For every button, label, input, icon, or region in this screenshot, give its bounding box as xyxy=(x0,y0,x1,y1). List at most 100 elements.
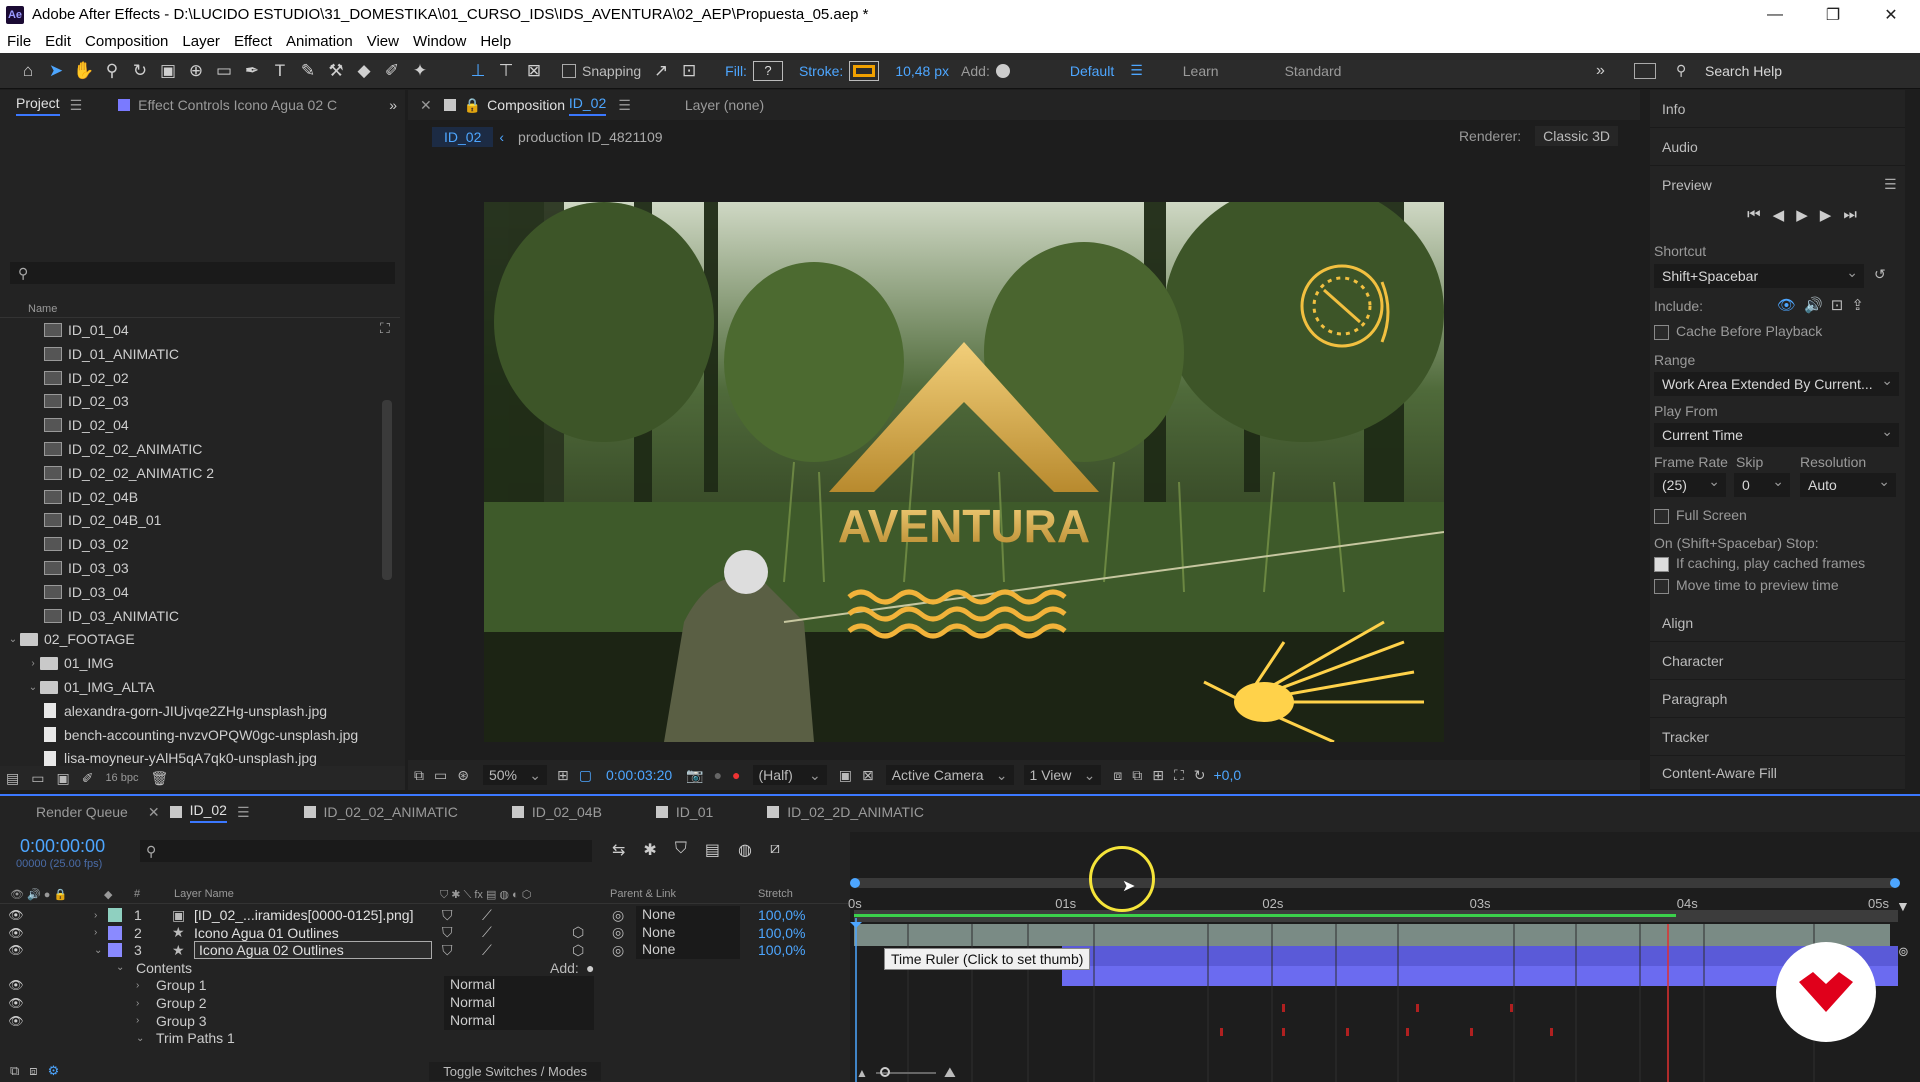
resolution-dropdown[interactable]: (Half) ⌄ xyxy=(752,765,827,785)
group-name[interactable]: Group 3 xyxy=(156,1013,207,1029)
project-item[interactable]: ⌄ 02_FOOTAGE xyxy=(0,627,135,651)
zoom-out-icon[interactable]: ▲ xyxy=(856,1066,868,1080)
project-item[interactable]: ID_02_04B xyxy=(0,485,138,509)
panel-toggle-icon[interactable] xyxy=(1634,62,1656,79)
adjust-settings-icon[interactable]: ✐ xyxy=(82,770,94,787)
snapshot-icon[interactable]: 📷 xyxy=(686,767,703,784)
zoom-dropdown[interactable]: 50% ⌄ xyxy=(482,765,547,785)
include-audio-icon[interactable]: 🔊 xyxy=(1804,296,1823,314)
show-snapshot-icon[interactable]: ● xyxy=(714,767,722,783)
layer-name[interactable]: Icono Agua 01 Outlines xyxy=(194,925,339,941)
hand-tool-icon[interactable]: ✋ xyxy=(70,57,98,85)
menu-edit[interactable]: Edit xyxy=(38,33,78,50)
column-stretch[interactable]: Stretch xyxy=(758,888,793,900)
column-hash[interactable]: # xyxy=(134,888,140,900)
bpc-label[interactable]: 16 bpc xyxy=(105,772,138,784)
layer-label-color[interactable] xyxy=(108,908,122,922)
workspace-standard[interactable]: Standard xyxy=(1285,63,1342,79)
project-item[interactable]: ID_03_ANIMATIC xyxy=(0,604,179,628)
add-button[interactable] xyxy=(995,63,1010,78)
tab-id-02-2d-animatic[interactable]: ID_02_2D_ANIMATIC xyxy=(727,797,938,827)
draft-3d-icon[interactable]: ✱ xyxy=(643,840,656,860)
visibility-eye-icon[interactable]: 👁 xyxy=(8,907,24,923)
composition-viewer[interactable]: AVENTURA xyxy=(484,202,1444,742)
audio-panel-header[interactable]: Audio xyxy=(1650,128,1905,166)
stretch-value[interactable]: 100,0% xyxy=(758,925,805,941)
expanded-arrow-icon[interactable]: ⌄ xyxy=(26,682,40,693)
renderer-value[interactable]: Classic 3D xyxy=(1535,126,1618,146)
frame-blending-icon[interactable]: ▤ xyxy=(705,840,720,860)
last-frame-icon[interactable]: ⏭ xyxy=(1843,206,1857,224)
group-name[interactable]: Group 2 xyxy=(156,995,207,1011)
restore-icon[interactable]: ❐ xyxy=(1804,0,1862,29)
shy-layers-icon[interactable]: ⛉ xyxy=(675,840,687,860)
stroke-width-value[interactable]: 10,48 px xyxy=(895,63,949,79)
rotate-tool-icon[interactable]: ↻ xyxy=(126,57,154,85)
preview-panel-header[interactable]: Preview xyxy=(1650,166,1905,204)
brush-tool-icon[interactable]: ✎ xyxy=(294,57,322,85)
reset-exposure-icon[interactable]: ↻ xyxy=(1194,767,1206,784)
expanded-arrow-icon[interactable]: ⌄ xyxy=(94,945,102,956)
pen-tool-icon[interactable]: ✒ xyxy=(238,57,266,85)
flowchart-view-icon[interactable]: ⛶ xyxy=(1174,767,1184,784)
project-item[interactable]: ID_02_03 xyxy=(0,389,129,413)
menu-window[interactable]: Window xyxy=(406,33,473,50)
menu-layer[interactable]: Layer xyxy=(175,33,227,50)
comp-mini-flowchart-icon[interactable]: ⇆ xyxy=(612,840,625,860)
character-panel-header[interactable]: Character xyxy=(1650,642,1905,680)
transfer-controls-icon[interactable]: ⧈ xyxy=(29,1063,37,1079)
interpret-footage-icon[interactable]: ▤ xyxy=(6,770,19,787)
project-item[interactable]: ID_01_04 xyxy=(0,318,129,342)
align-panel-header[interactable]: Align xyxy=(1650,604,1905,642)
trim-paths-row[interactable]: ⌄ Trim Paths 1 xyxy=(0,1027,848,1049)
reset-shortcut-icon[interactable]: ↺ xyxy=(1874,266,1886,283)
include-external-icon[interactable]: ⇪ xyxy=(1851,296,1864,314)
group-name[interactable]: Group 1 xyxy=(156,977,207,993)
collapsed-arrow-icon[interactable]: › xyxy=(136,980,139,991)
breadcrumb-active[interactable]: ID_02 xyxy=(432,127,494,147)
add-contents-icon[interactable]: ● xyxy=(586,960,594,976)
visibility-eye-icon[interactable]: 👁 xyxy=(8,1013,24,1029)
type-tool-icon[interactable]: T xyxy=(266,57,294,85)
search-icon[interactable]: ⚲ xyxy=(1676,62,1686,79)
comp-button-icon[interactable]: ⊚ xyxy=(1898,944,1909,960)
new-folder-icon[interactable]: ▭ xyxy=(31,770,44,787)
frame-rate-dropdown[interactable]: (25) xyxy=(1654,473,1726,497)
visibility-eye-icon[interactable]: 👁 xyxy=(8,995,24,1011)
clone-stamp-tool-icon[interactable]: ⚒ xyxy=(322,57,350,85)
project-item[interactable]: ID_02_02_ANIMATIC xyxy=(0,437,202,461)
tab-effect-controls[interactable]: Effect Controls Icono Agua 02 C xyxy=(96,90,351,120)
camera-dropdown[interactable]: Active Camera ⌄ xyxy=(885,765,1014,785)
menu-file[interactable]: File xyxy=(0,33,38,50)
close-icon[interactable]: ✕ xyxy=(1862,0,1920,29)
project-item[interactable]: bench-accounting-nvzvOPQW0gc-unsplash.jp… xyxy=(0,723,358,747)
toggle-pixel-aspect-icon[interactable]: ⧈ xyxy=(1113,767,1122,784)
project-item[interactable]: ID_03_03 xyxy=(0,556,129,580)
visibility-eye-icon[interactable]: 👁 xyxy=(8,925,24,941)
zoom-in-icon[interactable]: ⛰ xyxy=(944,1064,956,1081)
timeline-current-time[interactable]: 0:00:00:00 xyxy=(20,836,105,857)
content-aware-fill-panel-header[interactable]: Content-Aware Fill xyxy=(1650,756,1905,790)
roto-brush-tool-icon[interactable]: ✐ xyxy=(378,57,406,85)
visibility-eye-icon[interactable]: 👁 xyxy=(8,942,24,958)
graph-editor-icon[interactable]: ⧄ xyxy=(770,840,780,860)
project-item[interactable]: ⌄ 01_IMG_ALTA xyxy=(0,675,155,699)
grid-icon[interactable]: ⊞ xyxy=(557,767,569,784)
project-search-input[interactable]: ⚲ xyxy=(10,262,395,284)
project-item[interactable]: ID_03_04 xyxy=(0,580,129,604)
region-of-interest-icon[interactable]: ▢ xyxy=(579,767,592,784)
breadcrumb-next[interactable]: production ID_4821109 xyxy=(510,129,671,145)
project-scrollbar[interactable] xyxy=(382,400,392,580)
minimize-icon[interactable]: — xyxy=(1746,0,1804,29)
new-comp-icon[interactable]: ▣ xyxy=(56,770,69,787)
close-comp-tab-icon[interactable]: ✕ xyxy=(408,97,432,114)
trash-icon[interactable]: 🗑 xyxy=(150,770,168,787)
zoom-tool-icon[interactable]: ⚲ xyxy=(98,57,126,85)
collapsed-arrow-icon[interactable]: › xyxy=(26,658,40,669)
mask-visibility-icon[interactable]: ⊛ xyxy=(457,767,469,784)
layer-label-color[interactable] xyxy=(108,925,122,940)
motion-blur-icon[interactable]: ◍ xyxy=(738,840,752,860)
menu-composition[interactable]: Composition xyxy=(78,33,175,50)
time-ruler-end-icon[interactable]: ▼ xyxy=(1896,898,1910,914)
tab-composition[interactable]: 🔒 Composition ID_02 ☰ xyxy=(432,90,645,120)
